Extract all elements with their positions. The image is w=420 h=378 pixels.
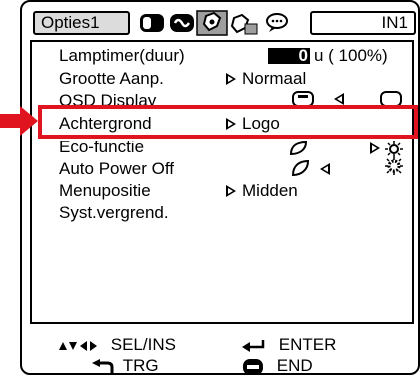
selector-triangle-left-icon: [320, 163, 330, 175]
footer-enter-label: ENTER: [278, 335, 337, 354]
menu-item-value: Normaal: [226, 69, 306, 89]
resize-value: Normaal: [242, 69, 307, 88]
menu-item-system-lock[interactable]: Syst.vergrend.: [32, 203, 412, 225]
language-icon[interactable]: [264, 12, 290, 34]
menu-item-eco-mode[interactable]: Eco-functie: [32, 141, 412, 161]
enter-arrow-icon: [242, 339, 265, 352]
pointer-arrow-icon: [0, 106, 38, 136]
selector-triangle-icon: [226, 185, 236, 197]
menu-item-lamp-timer[interactable]: Lamptimer(duur) 0 u ( 100%): [32, 46, 412, 68]
menu-item-label: Eco-functie: [59, 141, 145, 156]
menu-item-label: Grootte Aanp.: [59, 69, 164, 88]
menu-item-menu-position[interactable]: Menupositie Midden: [32, 181, 412, 203]
footer-trg-label: TRG: [122, 356, 159, 375]
menu-item-label: Lamptimer(duur): [59, 46, 185, 65]
tab-options1-label: Opties1: [41, 13, 100, 32]
eco-leaf-icon: [289, 141, 308, 155]
eco-leaf-icon: [291, 160, 310, 176]
footer-end-label: END: [276, 356, 313, 375]
menu-item-resize[interactable]: Grootte Aanp. Normaal: [32, 69, 412, 91]
footer-end: END: [242, 356, 313, 376]
footer-enter: ENTER: [242, 335, 336, 355]
menu-item-label: Menupositie: [59, 181, 151, 200]
options-menu-panel: Lamptimer(duur) 0 u ( 100%) Grootte Aanp…: [30, 40, 414, 324]
menu-item-label: Auto Power Off: [59, 159, 174, 178]
sync-icon[interactable]: [168, 12, 196, 34]
lamp-timer-value: 0: [298, 46, 308, 65]
selected-item-highlight: [38, 105, 418, 139]
menu-item-value: Midden: [226, 181, 298, 201]
menu-button-icon: [243, 358, 263, 375]
input-label: IN1: [381, 13, 408, 32]
direction-arrows-icon: [59, 340, 97, 351]
standard-mode-dotted-icon: [385, 157, 403, 175]
lamp-timer-unit: u ( 100%): [314, 46, 388, 65]
options2-icon[interactable]: [230, 12, 260, 36]
selector-triangle-left-icon: [334, 93, 344, 105]
footer-trg: TRG: [92, 356, 159, 376]
input-indicator: IN1: [310, 11, 416, 35]
selector-triangle-icon: [370, 142, 380, 154]
menu-position-value: Midden: [242, 181, 298, 200]
tab-options1[interactable]: Opties1: [33, 11, 130, 35]
selector-triangle-icon: [226, 73, 236, 85]
footer-sel: SEL/INS: [58, 335, 176, 355]
footer-sel-label: SEL/INS: [110, 335, 176, 354]
return-arrow-icon: [92, 358, 114, 374]
standard-mode-icon: [385, 141, 403, 157]
menu-item-auto-power-off[interactable]: Auto Power Off: [32, 157, 412, 181]
tab-icon-strip: [138, 10, 306, 36]
picture-icon[interactable]: [138, 12, 166, 34]
menu-item-label: Syst.vergrend.: [59, 203, 169, 222]
options1-icon[interactable]: [196, 10, 228, 36]
